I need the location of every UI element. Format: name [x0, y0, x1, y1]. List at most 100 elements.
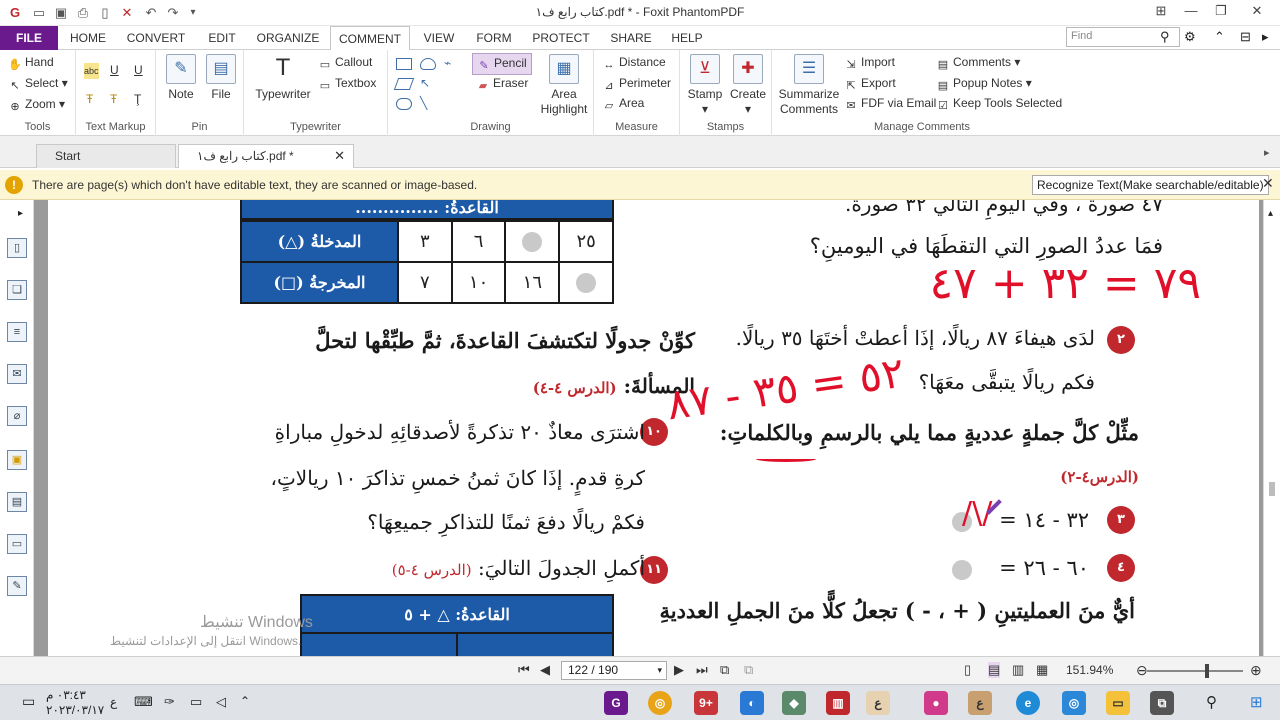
- popup-notes-dropdown[interactable]: ▤ Popup Notes ▾: [936, 75, 1032, 93]
- lock-icon[interactable]: ▣: [7, 450, 27, 470]
- pen-icon[interactable]: ✑: [164, 694, 175, 710]
- tab-organize[interactable]: ORGANIZE: [254, 26, 322, 50]
- search-taskbar-icon[interactable]: ⚲: [1206, 693, 1217, 711]
- edge-taskbar-icon[interactable]: e: [1016, 691, 1040, 715]
- app-taskbar-icon-3[interactable]: ◆: [782, 691, 806, 715]
- keep-tools-selected-checkbox[interactable]: ☑ Keep Tools Selected: [936, 95, 1062, 113]
- highlight-text-icon[interactable]: abc: [84, 63, 99, 79]
- zoom-out-icon[interactable]: ⊖: [1136, 662, 1148, 679]
- tab-edit[interactable]: EDIT: [200, 26, 244, 50]
- prev-page-icon[interactable]: ◀: [540, 662, 550, 678]
- squiggly-icon[interactable]: U: [134, 62, 143, 78]
- replace-text-icon[interactable]: Ŧ: [110, 91, 117, 107]
- document-viewer[interactable]: القاعدةُ: ............... المدخلةُ (△) ٣…: [34, 200, 1263, 656]
- app-taskbar-icon-8[interactable]: ◎: [1062, 691, 1086, 715]
- signature-icon[interactable]: ✎: [7, 576, 27, 596]
- facing-page-icon[interactable]: ▥: [1012, 662, 1024, 678]
- tab-convert[interactable]: CONVERT: [124, 26, 188, 50]
- cloud-icon[interactable]: [420, 58, 436, 70]
- area-tool[interactable]: ▱ Area: [602, 95, 645, 113]
- app-taskbar-icon-5[interactable]: ع: [866, 691, 890, 715]
- continuous-page-icon[interactable]: ▤: [988, 662, 1001, 678]
- app-taskbar-icon-4[interactable]: ▥: [826, 691, 850, 715]
- tab-file[interactable]: FILE: [0, 26, 58, 50]
- first-page-icon[interactable]: ⏮: [518, 662, 530, 678]
- import-button[interactable]: ⇲ Import: [844, 54, 895, 72]
- zoom-in-icon[interactable]: ⊕: [1250, 662, 1262, 679]
- export-button[interactable]: ⇱ Export: [844, 75, 895, 93]
- rectangle-icon[interactable]: [396, 58, 412, 70]
- tab-scroll-icon[interactable]: ▸: [1264, 146, 1270, 159]
- stamp-button[interactable]: ⊻ Stamp ▾: [686, 54, 724, 117]
- scroll-up-icon[interactable]: ▴: [1268, 208, 1273, 219]
- next-view-icon[interactable]: ⧉: [744, 662, 753, 678]
- tab-home[interactable]: HOME: [64, 26, 112, 50]
- layers-icon[interactable]: ❏: [7, 280, 27, 300]
- zoom-tool[interactable]: ⊕ Zoom ▾: [8, 96, 65, 114]
- ribbon-collapse-icon[interactable]: ⌃: [1214, 29, 1225, 45]
- fdf-email-button[interactable]: ✉ FDF via Email: [844, 95, 936, 113]
- minimize-ribbon-icon[interactable]: ⊟: [1240, 29, 1251, 45]
- stack-icon[interactable]: ≡: [7, 322, 27, 342]
- textbox-tool[interactable]: ▭ Textbox: [318, 75, 377, 93]
- perimeter-tool[interactable]: ⊿ Perimeter: [602, 75, 671, 93]
- notification-icon[interactable]: ▭: [22, 693, 35, 710]
- create-stamp-button[interactable]: ✚ Create ▾: [728, 54, 768, 117]
- foxit-taskbar-icon[interactable]: G: [604, 691, 628, 715]
- keyboard-icon[interactable]: ⌨: [134, 694, 153, 710]
- scrollbar-thumb[interactable]: [1269, 482, 1275, 496]
- tab-comment[interactable]: COMMENT: [330, 26, 410, 51]
- document-icon[interactable]: ▤: [7, 492, 27, 512]
- underline-icon[interactable]: U: [110, 62, 119, 78]
- tab-document[interactable]: كتاب رابع ف١.pdf * ✕: [178, 144, 354, 168]
- chrome-taskbar-icon[interactable]: ◎: [648, 691, 672, 715]
- tray-expand-icon[interactable]: ⌃: [240, 694, 250, 708]
- maximize-icon[interactable]: ❐: [1210, 3, 1232, 21]
- page-number-field[interactable]: 122 / 190 ▾: [561, 661, 667, 680]
- app-taskbar-icon-2[interactable]: ◐: [740, 691, 764, 715]
- tab-help[interactable]: HELP: [666, 26, 708, 50]
- page-thumbnails-icon[interactable]: ▯: [7, 238, 27, 258]
- app-taskbar-icon-6[interactable]: ●: [924, 691, 948, 715]
- task-view-icon[interactable]: ⧉: [1150, 691, 1174, 715]
- last-page-icon[interactable]: ⏭: [696, 662, 708, 678]
- hand-tool[interactable]: ✋ Hand: [8, 54, 54, 72]
- previous-view-icon[interactable]: ⧉: [720, 662, 729, 678]
- search-icon[interactable]: ⚲: [1160, 29, 1170, 45]
- eraser-tool[interactable]: ▰ Eraser: [476, 75, 529, 93]
- next-page-icon[interactable]: ▶: [674, 662, 684, 678]
- polygon-icon[interactable]: [393, 78, 415, 90]
- app-taskbar-icon-7[interactable]: ع: [968, 691, 992, 715]
- strikeout-icon[interactable]: Ŧ: [86, 91, 93, 107]
- close-tab-icon[interactable]: ✕: [334, 145, 345, 167]
- restore-ribbon-icon[interactable]: ⊞: [1150, 3, 1172, 21]
- tab-start[interactable]: Start: [36, 144, 176, 168]
- attachment-icon[interactable]: ⌀: [7, 406, 27, 426]
- callout-tool[interactable]: ▭ Callout: [318, 54, 373, 72]
- line-icon[interactable]: ╲: [420, 95, 427, 111]
- input-language[interactable]: ع: [110, 695, 117, 709]
- tab-protect[interactable]: PROTECT: [528, 26, 594, 50]
- right-scroll-strip[interactable]: ▴: [1263, 200, 1280, 656]
- gear-icon[interactable]: ⚙: [1184, 29, 1196, 45]
- select-tool[interactable]: ↖ Select ▾: [8, 75, 67, 93]
- zoom-slider[interactable]: [1147, 670, 1243, 672]
- system-clock[interactable]: ٠٣:٤٣ م ٢٠٢٣/٠٣/١٧: [46, 688, 104, 718]
- volume-icon[interactable]: ◁: [216, 694, 226, 710]
- continuous-facing-icon[interactable]: ▦: [1036, 662, 1048, 678]
- summarize-comments-button[interactable]: ☰ Summarize Comments: [776, 54, 842, 117]
- note-button[interactable]: ✎ Note: [164, 54, 198, 102]
- file-explorer-icon[interactable]: ▭: [1106, 691, 1130, 715]
- app-taskbar-icon-1[interactable]: 9+: [694, 691, 718, 715]
- area-highlight-button[interactable]: ▦ Area Highlight: [538, 54, 590, 117]
- zoom-level[interactable]: 151.94%: [1066, 663, 1113, 677]
- comments-dropdown[interactable]: ▤ Comments ▾: [936, 54, 1021, 72]
- single-page-icon[interactable]: ▯: [964, 662, 971, 678]
- start-icon[interactable]: ⊞: [1250, 693, 1263, 711]
- arrow-icon[interactable]: ↖: [420, 75, 430, 91]
- expand-panel-icon[interactable]: ▸: [18, 208, 23, 219]
- form-icon[interactable]: ▭: [7, 534, 27, 554]
- tab-view[interactable]: VIEW: [418, 26, 460, 50]
- minimize-icon[interactable]: —: [1180, 3, 1202, 21]
- pencil-tool[interactable]: ✎ Pencil: [472, 53, 532, 75]
